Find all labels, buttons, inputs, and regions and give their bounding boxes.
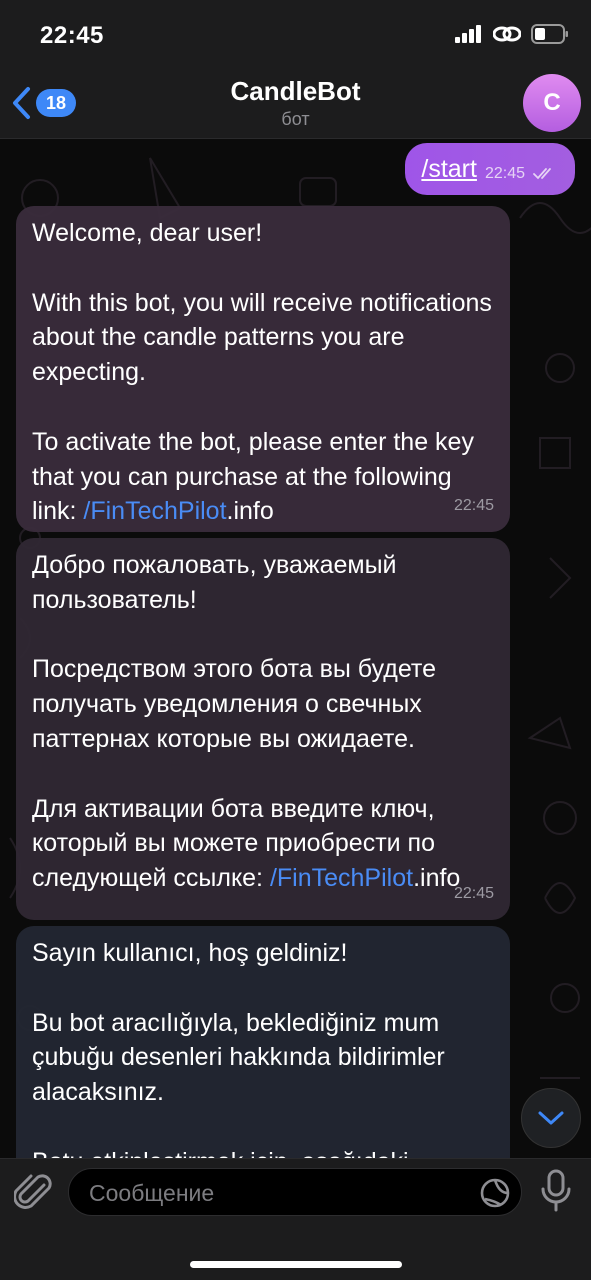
scroll-down-button[interactable]: [521, 1088, 581, 1148]
message-paragraph: Sayın kullanıcı, hoş geldiniz!: [32, 939, 348, 967]
message-paragraph: Botu etkinleştirmek için, aşağıdaki: [32, 1145, 494, 1158]
battery-icon: [531, 24, 568, 44]
message-time: 22:45: [453, 885, 494, 903]
outgoing-message[interactable]: /start 22:45: [405, 143, 575, 195]
avatar[interactable]: C: [523, 74, 581, 132]
fintechpilot-link[interactable]: /FinTechPilot: [83, 497, 226, 525]
avatar-letter: C: [543, 89, 561, 116]
message-list[interactable]: /start 22:45 Welcome, dear user! With th…: [0, 138, 591, 1158]
microphone-icon[interactable]: [539, 1169, 573, 1213]
message-paragraph: Welcome, dear user!: [32, 219, 263, 247]
message-input-bar: [0, 1158, 591, 1280]
status-time: 22:45: [40, 22, 104, 49]
chevron-down-icon: [538, 1111, 564, 1125]
message-paragraph: Bu bot aracılığıyla, beklediğiniz mum çu…: [32, 1008, 445, 1107]
start-command-link[interactable]: /start: [421, 155, 477, 184]
signal-icon: [455, 25, 481, 43]
message-paragraph: Добро пожаловать, уважаемый пользователь…: [32, 551, 397, 614]
message-paragraph: To activate the bot, please enter the ke…: [32, 425, 494, 529]
incoming-message-turkish[interactable]: Sayın kullanıcı, hoş geldiniz! Bu bot ar…: [16, 926, 510, 1158]
incoming-message-russian[interactable]: Добро пожаловать, уважаемый пользователь…: [16, 538, 510, 920]
home-indicator[interactable]: [190, 1261, 402, 1268]
telegram-chat-screen: 22:45 18 CandleBot бот C /start 22:45 We…: [0, 0, 591, 1280]
message-time: 22:45: [484, 165, 525, 182]
message-time: 22:45: [453, 497, 494, 515]
fintechpilot-link[interactable]: /FinTechPilot: [270, 864, 413, 892]
message-paragraph: With this bot, you will receive notifica…: [32, 288, 492, 387]
chat-subtitle: бот: [281, 109, 310, 129]
link-suffix: .info: [226, 497, 274, 526]
top-bar: 22:45 18 CandleBot бот C: [0, 0, 591, 139]
message-field[interactable]: [68, 1168, 522, 1217]
chat-title[interactable]: CandleBot: [0, 76, 591, 107]
message-input[interactable]: [87, 1169, 471, 1217]
link-icon: [493, 26, 521, 42]
double-check-icon: [533, 168, 551, 180]
message-paragraph: Для активации бота введите ключ, который…: [32, 792, 494, 896]
sticker-icon[interactable]: [479, 1177, 511, 1209]
status-icons: [455, 24, 569, 44]
incoming-message-english[interactable]: Welcome, dear user! With this bot, you w…: [16, 206, 510, 532]
paperclip-icon[interactable]: [14, 1171, 54, 1215]
message-paragraph: Посредством этого бота вы будете получат…: [32, 655, 436, 753]
